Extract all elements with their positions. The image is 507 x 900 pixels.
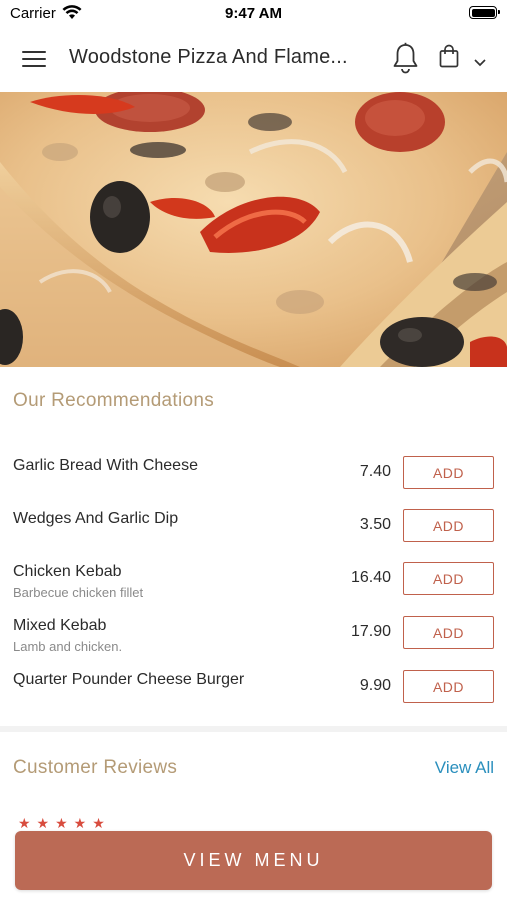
add-button[interactable]: ADD [403, 456, 494, 489]
chevron-down-icon[interactable] [473, 54, 487, 72]
section-divider [0, 726, 507, 732]
reviews-heading: Customer Reviews [13, 757, 178, 778]
clock: 9:47 AM [225, 5, 282, 22]
status-bar: Carrier 9:47 AM [0, 0, 507, 26]
item-name: Wedges And Garlic Dip [13, 510, 179, 527]
view-menu-button[interactable]: VIEW MENU [15, 831, 492, 890]
menu-item-row: Garlic Bread With Cheese 7.40 ADD [0, 456, 507, 507]
rating-stars-icon: ★★★★★ [18, 815, 111, 831]
battery-icon [469, 6, 500, 19]
add-button[interactable]: ADD [403, 670, 494, 703]
bell-icon[interactable] [392, 42, 419, 79]
item-name: Mixed Kebab [13, 617, 107, 634]
item-name: Garlic Bread With Cheese [13, 457, 198, 474]
item-name: Chicken Kebab [13, 563, 122, 580]
item-price: 7.40 [359, 463, 391, 480]
restaurant-title: Woodstone Pizza And Flame... [69, 46, 348, 68]
add-button[interactable]: ADD [403, 616, 494, 649]
item-price: 17.90 [350, 623, 391, 640]
shopping-bag-icon[interactable] [439, 44, 459, 73]
app-header: Woodstone Pizza And Flame... [0, 26, 507, 92]
menu-item-row: Quarter Pounder Cheese Burger 9.90 ADD [0, 670, 507, 721]
menu-item-row: Wedges And Garlic Dip 3.50 ADD [0, 509, 507, 560]
menu-icon[interactable] [22, 49, 48, 69]
item-price: 9.90 [359, 677, 391, 694]
recommendations-heading: Our Recommendations [13, 390, 215, 411]
item-description: Lamb and chicken. [13, 639, 123, 654]
item-price: 3.50 [359, 516, 391, 533]
view-all-link[interactable]: View All [435, 758, 494, 778]
item-price: 16.40 [350, 569, 391, 586]
item-name: Quarter Pounder Cheese Burger [13, 671, 245, 688]
add-button[interactable]: ADD [403, 562, 494, 595]
menu-item-row: Chicken Kebab Barbecue chicken fillet 16… [0, 562, 507, 613]
item-description: Barbecue chicken fillet [13, 585, 144, 600]
hero-pizza-image [0, 92, 507, 367]
add-button[interactable]: ADD [403, 509, 494, 542]
menu-item-row: Mixed Kebab Lamb and chicken. 17.90 ADD [0, 616, 507, 667]
